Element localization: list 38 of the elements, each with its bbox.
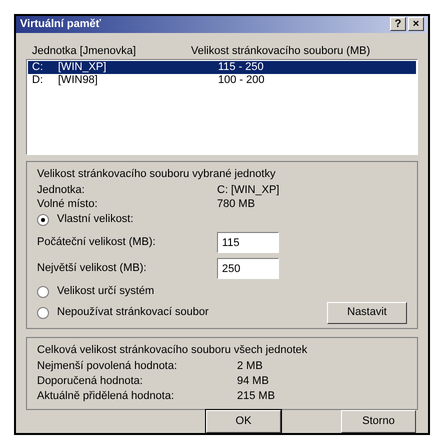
drive-letter: C: xyxy=(31,60,44,74)
set-button[interactable]: Nastavit xyxy=(327,302,407,324)
total-label: Aktuálně přidělená hodnota: xyxy=(37,388,175,402)
radio-button[interactable] xyxy=(37,306,49,318)
size-input[interactable]: 115 xyxy=(217,232,279,253)
radio-label[interactable]: Velikost určí systém xyxy=(57,283,154,300)
total-label: Doporučená hodnota: xyxy=(37,374,144,388)
help-button[interactable]: ? xyxy=(390,17,406,32)
radio-label[interactable]: Nepoužívat stránkovací soubor xyxy=(57,304,209,321)
total-label: Nejmenší povolená hodnota: xyxy=(37,358,178,372)
drive-row[interactable]: C: [WIN_XP] 115 - 250 xyxy=(28,60,416,74)
radio-button[interactable] xyxy=(37,286,49,298)
info-value: C: [WIN_XP] xyxy=(217,182,280,196)
field-label: Počáteční velikost (MB): xyxy=(37,235,157,250)
size-input[interactable]: 250 xyxy=(217,258,279,279)
drive-size: 100 - 200 xyxy=(218,74,264,86)
drive-label: [WIN_XP] xyxy=(58,60,108,74)
field-label: Největší velikost (MB): xyxy=(37,261,148,276)
column-header: Velikost stránkovacího souboru (MB) xyxy=(191,44,370,58)
info-label: Volné místo: xyxy=(37,196,99,210)
window-title: Virtuální paměť xyxy=(20,17,101,32)
column-header: Jednotka [Jmenovka] xyxy=(31,44,137,58)
total-value: 2 MB xyxy=(237,358,263,372)
drive-size: 115 - 250 xyxy=(218,60,264,74)
radio-label[interactable]: Vlastní velikost: xyxy=(57,211,134,228)
drive-label: [WIN98] xyxy=(58,74,99,86)
group-title: Velikost stránkovacího souboru vybrané jednotky xyxy=(37,166,276,182)
info-label: Jednotka: xyxy=(37,182,86,196)
drive-row[interactable]: D: [WIN98] 100 - 200 xyxy=(28,74,416,86)
group-title: Celková velikost stránkovacího souboru všech jednotek xyxy=(37,342,308,358)
radio-button[interactable] xyxy=(37,214,49,226)
info-value: 780 MB xyxy=(217,196,255,210)
total-value: 215 MB xyxy=(237,388,275,402)
drive-letter: D: xyxy=(31,74,44,86)
close-button[interactable]: × xyxy=(408,17,424,32)
dialog-button[interactable]: OK xyxy=(206,410,281,432)
total-value: 94 MB xyxy=(237,374,269,388)
dialog-button[interactable]: Storno xyxy=(341,410,416,432)
